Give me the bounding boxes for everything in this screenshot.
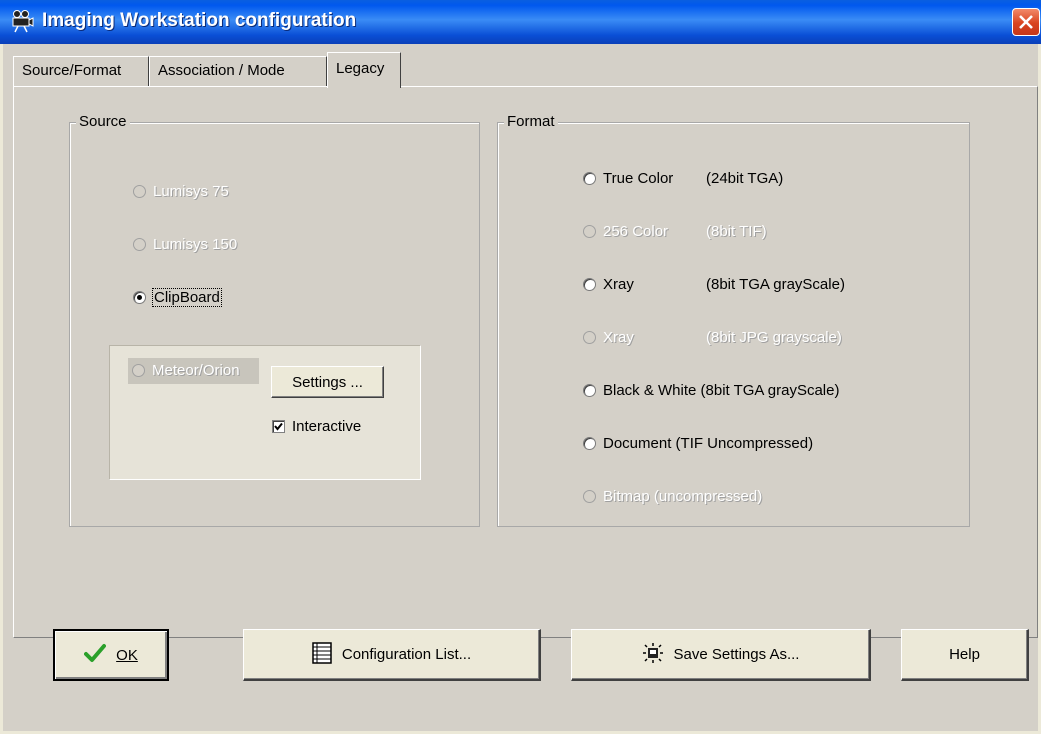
source-group: Source Lumisys 75 Lumisys 150 ClipBoard [69, 113, 480, 527]
close-button[interactable] [1012, 8, 1040, 36]
list-icon [312, 641, 332, 668]
checkmark-icon [84, 643, 107, 667]
save-settings-as-button[interactable]: Save Settings As... [571, 629, 871, 681]
help-button[interactable]: Help [901, 629, 1029, 681]
radio-meteor-orion[interactable]: Meteor/Orion [132, 362, 240, 379]
radio-256-color[interactable]: 256 Color (8bit TIF) [583, 223, 767, 240]
radio-true-color[interactable]: True Color (24bit TGA) [583, 170, 783, 187]
interactive-checkbox[interactable]: Interactive [272, 418, 361, 435]
radio-bitmap[interactable]: Bitmap (uncompressed) [583, 488, 762, 505]
tab-legacy[interactable]: Legacy [327, 52, 401, 88]
radio-black-white[interactable]: Black & White (8bit TGA grayScale) [583, 382, 839, 399]
checkbox-check [272, 420, 285, 433]
config-window: Imaging Workstation configuration Source… [0, 0, 1041, 734]
radio-xray-tga[interactable]: Xray (8bit TGA grayScale) [583, 276, 845, 293]
meteor-orion-panel: Meteor/Orion Settings ... Interactive [109, 345, 421, 480]
window-title: Imaging Workstation configuration [42, 10, 357, 31]
settings-button[interactable]: Settings ... [271, 366, 384, 398]
radio-lumisys-150[interactable]: Lumisys 150 [133, 236, 237, 253]
radio-xray-jpg[interactable]: Xray (8bit JPG grayscale) [583, 329, 842, 346]
title-bar[interactable]: Imaging Workstation configuration [0, 0, 1041, 44]
client-area: Source/Format Association / Mode Legacy … [3, 44, 1038, 731]
radio-lumisys-75[interactable]: Lumisys 75 [133, 183, 229, 200]
format-legend: Format [504, 113, 558, 130]
radio-document-tif[interactable]: Document (TIF Uncompressed) [583, 435, 813, 452]
legacy-panel: Source Lumisys 75 Lumisys 150 ClipBoard [13, 86, 1038, 638]
configuration-list-button[interactable]: Configuration List... [243, 629, 541, 681]
format-group: Format True Color (24bit TGA) 256 Color … [497, 113, 970, 527]
source-legend: Source [76, 113, 130, 130]
tab-association-mode[interactable]: Association / Mode [149, 56, 327, 86]
save-settings-icon [642, 642, 664, 668]
close-icon [1019, 15, 1033, 29]
tab-source-format[interactable]: Source/Format [13, 56, 149, 86]
radio-clipboard[interactable]: ClipBoard [133, 288, 222, 307]
ok-button[interactable]: OK [53, 629, 169, 681]
projector-icon [10, 9, 34, 33]
